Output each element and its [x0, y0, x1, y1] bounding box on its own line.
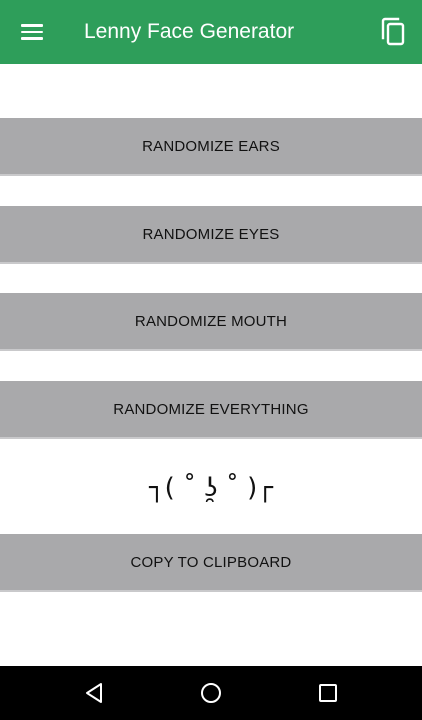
- recents-icon[interactable]: [316, 681, 340, 705]
- randomize-mouth-button[interactable]: RANDOMIZE MOUTH: [0, 293, 422, 351]
- lenny-face-text: ┐( ˚ ʖ̯ ˚ )┌: [149, 473, 273, 503]
- system-nav-bar: [0, 666, 422, 720]
- menu-icon[interactable]: [20, 20, 44, 44]
- copy-to-clipboard-button[interactable]: COPY TO CLIPBOARD: [0, 534, 422, 592]
- home-icon[interactable]: [199, 681, 223, 705]
- copy-icon[interactable]: [380, 17, 406, 47]
- app-bar: Lenny Face Generator: [0, 0, 422, 64]
- randomize-eyes-button[interactable]: RANDOMIZE EYES: [0, 206, 422, 264]
- app-title: Lenny Face Generator: [84, 20, 295, 43]
- randomize-everything-button[interactable]: RANDOMIZE EVERYTHING: [0, 381, 422, 439]
- randomize-ears-button[interactable]: RANDOMIZE EARS: [0, 118, 422, 176]
- back-icon[interactable]: [82, 681, 106, 705]
